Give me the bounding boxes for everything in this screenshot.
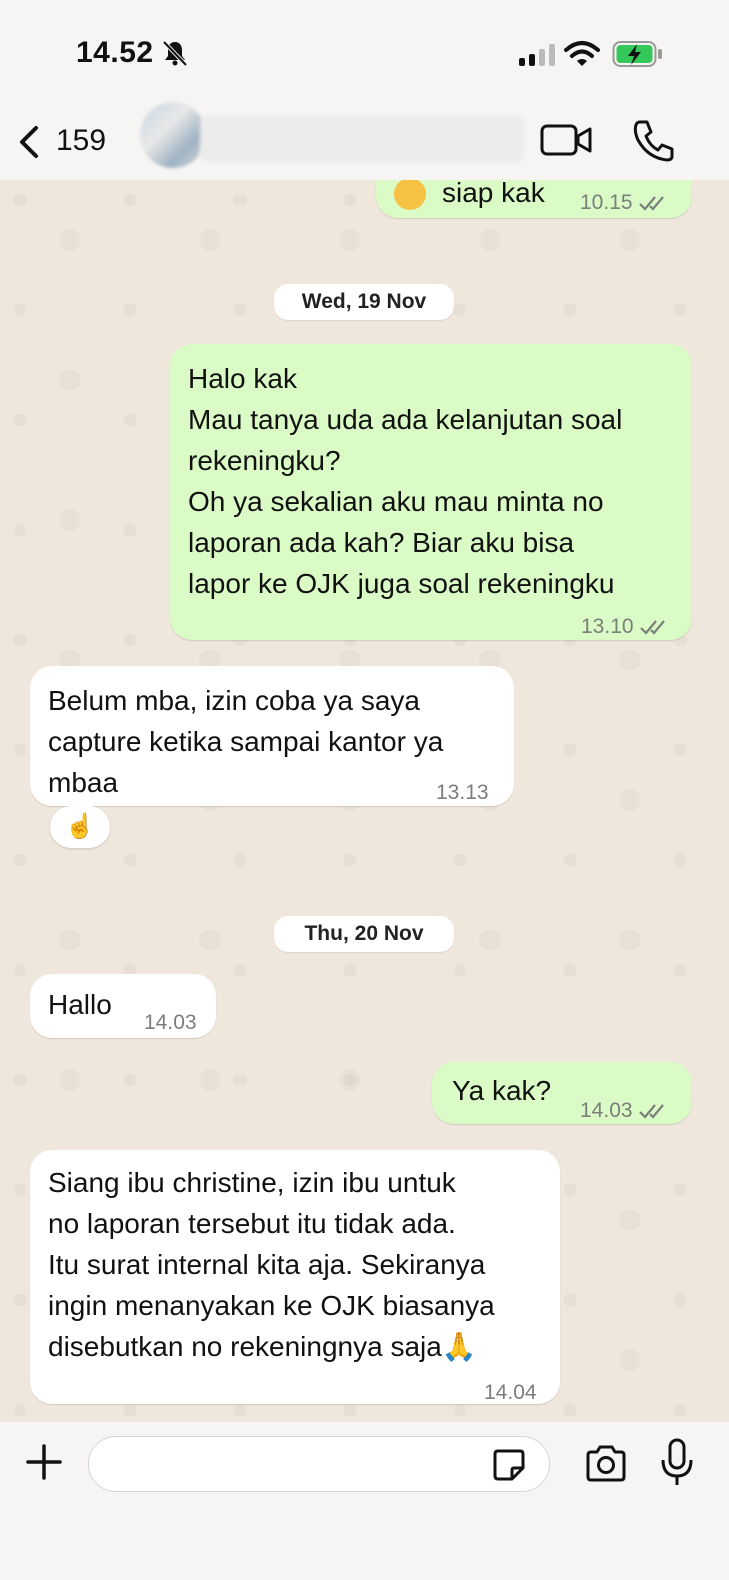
contact-avatar[interactable] bbox=[140, 102, 206, 168]
composer-bar bbox=[0, 1422, 729, 1580]
date-separator: Thu, 20 Nov bbox=[274, 916, 454, 952]
message-text: Halo kak Mau tanya uda ada kelanjutan so… bbox=[188, 363, 623, 599]
message-input[interactable] bbox=[88, 1436, 550, 1492]
read-ticks-icon bbox=[639, 619, 665, 635]
cellular-signal-icon bbox=[519, 44, 555, 66]
muted-bell-icon bbox=[162, 40, 188, 67]
message-meta: 14.03 bbox=[144, 1002, 197, 1043]
message-text: Belum mba, izin coba ya saya capture ket… bbox=[48, 685, 444, 798]
message-bubble-outgoing[interactable]: siap kak 10.15 bbox=[376, 180, 692, 218]
plus-icon[interactable] bbox=[24, 1442, 64, 1482]
message-time: 14.04 bbox=[484, 1381, 537, 1404]
message-text: Ya kak? bbox=[452, 1075, 552, 1106]
message-bubble-outgoing[interactable]: Ya kak? 14.03 bbox=[432, 1062, 692, 1124]
message-bubble-incoming[interactable]: Siang ibu christine, izin ibu untuk no l… bbox=[30, 1150, 560, 1404]
read-ticks-icon bbox=[638, 1103, 664, 1119]
voice-call-icon[interactable] bbox=[632, 118, 674, 162]
chat-area[interactable]: siap kak 10.15 Wed, 19 Nov Halo kak Mau … bbox=[0, 180, 729, 1422]
camera-icon[interactable] bbox=[584, 1444, 628, 1484]
message-time: 14.03 bbox=[580, 1099, 633, 1122]
message-text: Siang ibu christine, izin ibu untuk no l… bbox=[48, 1167, 495, 1362]
message-reaction[interactable]: ☝️ bbox=[50, 806, 110, 848]
sticker-icon[interactable] bbox=[492, 1448, 526, 1482]
message-meta: 13.13 bbox=[436, 772, 489, 813]
message-meta: 10.15 bbox=[580, 182, 669, 223]
message-bubble-incoming[interactable]: Belum mba, izin coba ya saya capture ket… bbox=[30, 666, 514, 806]
chat-header: 159 bbox=[0, 102, 729, 180]
message-text: siap kak bbox=[442, 180, 545, 208]
back-chevron-icon[interactable] bbox=[14, 122, 44, 162]
message-bubble-outgoing[interactable]: Halo kak Mau tanya uda ada kelanjutan so… bbox=[170, 344, 692, 640]
message-meta: 13.10 bbox=[581, 606, 670, 647]
contact-name-redacted[interactable] bbox=[200, 116, 524, 162]
message-meta: 14.04 bbox=[484, 1372, 537, 1413]
message-time: 13.13 bbox=[436, 781, 489, 804]
message-bubble-incoming[interactable]: Hallo 14.03 bbox=[30, 974, 216, 1038]
read-ticks-icon bbox=[638, 195, 664, 211]
wifi-icon bbox=[564, 41, 600, 66]
microphone-icon[interactable] bbox=[660, 1438, 694, 1488]
unread-count[interactable]: 159 bbox=[56, 124, 106, 158]
message-time: 14.03 bbox=[144, 1011, 197, 1034]
message-text: Hallo bbox=[48, 989, 112, 1020]
status-time: 14.52 bbox=[76, 36, 154, 69]
battery-charging-icon bbox=[612, 41, 662, 67]
date-separator: Wed, 19 Nov bbox=[274, 284, 454, 320]
message-time: 13.10 bbox=[581, 615, 634, 638]
status-bar: 14.52 bbox=[0, 0, 729, 108]
message-time: 10.15 bbox=[580, 191, 633, 214]
message-meta: 14.03 bbox=[580, 1090, 669, 1131]
video-call-icon[interactable] bbox=[540, 120, 592, 160]
sleepy-face-emoji bbox=[394, 180, 426, 210]
